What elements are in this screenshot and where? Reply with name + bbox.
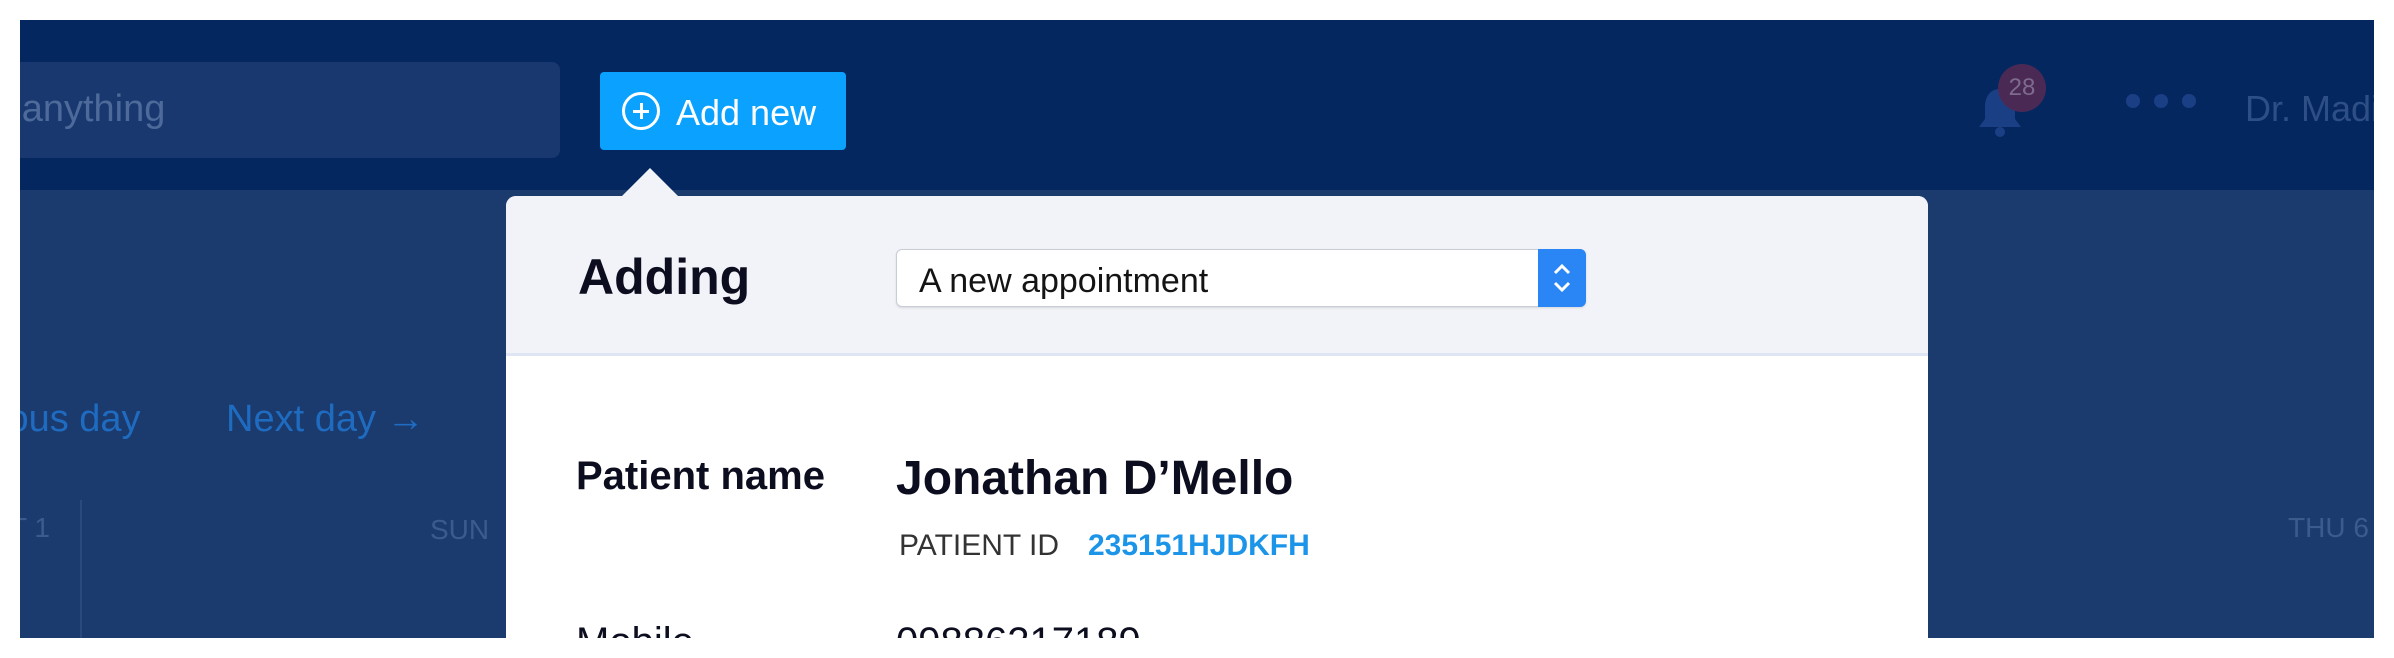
top-bar: h anything Add new 28 Dr. Madi [20,20,2374,190]
mobile-value: 09886217189 [896,620,1141,638]
app-window: h anything Add new 28 Dr. Madi vious day… [20,20,2374,638]
add-new-button[interactable]: Add new [600,72,846,150]
select-arrows-icon [1538,249,1586,307]
column-divider [80,500,82,638]
popup-caret [620,168,680,198]
plus-circle-icon [622,92,660,130]
user-name[interactable]: Dr. Madi [2245,88,2374,130]
type-select[interactable]: A new appointment [896,249,1586,307]
patient-name: Jonathan D’Mello [896,452,1294,505]
add-new-label: Add new [676,92,817,133]
notification-badge: 28 [1998,64,2046,112]
type-select-value: A new appointment [919,262,1209,300]
patient-id-link[interactable]: 235151HJDKFH [1088,529,1310,563]
patient-name-label: Patient name [576,454,825,498]
more-menu-icon[interactable] [2126,94,2196,110]
day-column-header: T 1 [20,512,50,543]
popup-title: Adding [578,249,751,305]
previous-day-link[interactable]: vious day [20,398,141,441]
search-placeholder: h anything [20,88,166,130]
patient-id-label: PATIENT ID [899,529,1060,562]
mobile-label: Mobile [576,620,694,638]
search-input[interactable]: h anything [20,62,560,158]
day-column-header: SUN [430,514,490,545]
add-popup: Adding A new appointment Patient name Jo… [506,196,1928,638]
popup-header: Adding A new appointment [506,196,1928,356]
day-column-header: THU 6 [2288,512,2369,543]
next-day-link[interactable]: Next day → [226,398,425,441]
